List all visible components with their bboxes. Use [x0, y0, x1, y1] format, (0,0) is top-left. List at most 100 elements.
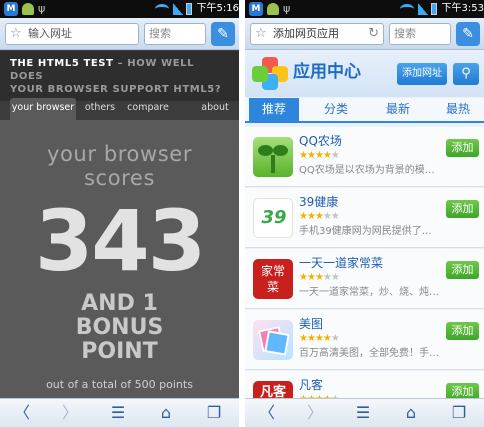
- search-input[interactable]: 搜索: [389, 23, 451, 45]
- list-item[interactable]: 美图 ★★★★★ 百万高清美图，全部免费！手机享... 添加: [245, 310, 484, 370]
- back-arrow-icon[interactable]: 〈: [8, 402, 36, 424]
- bottom-nav-bar: 〈 〉 ☰ ⌂ ❐: [245, 398, 484, 427]
- menu-icon[interactable]: ☰: [349, 402, 377, 424]
- star-icon[interactable]: ☆: [10, 26, 22, 42]
- usb-icon: ψ: [283, 2, 291, 15]
- status-bar: M ψ 下午5:16: [0, 0, 239, 18]
- html5test-header: THE HTML5 TEST – HOW WELL DOES YOUR BROW…: [0, 51, 239, 101]
- add-url-button[interactable]: 添加网址: [397, 63, 447, 85]
- app-center-logo-icon: [252, 57, 288, 91]
- star-filled-icon: ★: [314, 333, 324, 344]
- app-center-tabs: 推荐 分类 最新 最热: [245, 98, 484, 123]
- right-phone-screen: M ψ 下午3:53 ☆ 添加网页应用 ↻ 搜索 ✎ 应用中心 添加网址 ⚲ 推…: [245, 0, 484, 427]
- star-filled-icon: ★: [322, 150, 332, 161]
- header-title: THE HTML5 TEST: [10, 58, 114, 69]
- score-lead: your browser scores: [0, 142, 239, 190]
- header-subtitle: YOUR BROWSER SUPPORT HTML5?: [10, 84, 222, 95]
- android-icon: [22, 3, 34, 15]
- score-lead-line1: your browser: [46, 142, 193, 166]
- windows-icon[interactable]: ❐: [200, 402, 228, 424]
- app-list: QQ农场 ★★★★★ QQ农场是以农场为背景的模拟经营... 添加 39 39健…: [245, 127, 484, 427]
- menu-icon[interactable]: ☰: [104, 402, 132, 424]
- tools-icon[interactable]: ✎: [211, 22, 235, 46]
- star-empty-icon: ★: [322, 211, 332, 222]
- windows-icon[interactable]: ❐: [445, 402, 473, 424]
- wifi-icon: [400, 4, 414, 14]
- tab-recommended[interactable]: 推荐: [249, 98, 299, 121]
- tools-icon[interactable]: ✎: [456, 22, 480, 46]
- status-bar: M ψ 下午3:53: [245, 0, 484, 18]
- star-filled-icon: ★: [314, 211, 324, 222]
- qq-farm-icon: [253, 137, 293, 177]
- status-time: 下午5:16: [196, 3, 239, 14]
- wifi-icon: [155, 4, 169, 14]
- rating-stars: ★★★★★: [299, 150, 340, 162]
- status-time: 下午3:53: [441, 3, 484, 14]
- tab-about[interactable]: about: [196, 98, 234, 120]
- star-filled-icon: ★: [299, 272, 308, 283]
- signal-icon: [173, 3, 183, 15]
- tab-your-browser[interactable]: your browser: [10, 98, 76, 120]
- home-cooking-icon: 家常 菜: [253, 259, 293, 299]
- app-description: 百万高清美图，全部免费！手机享...: [299, 348, 439, 359]
- tab-categories[interactable]: 分类: [311, 98, 361, 121]
- star-empty-icon: ★: [330, 333, 340, 344]
- search-input[interactable]: 搜索: [144, 23, 206, 45]
- score-panel: your browser scores 343 AND 1 BONUS POIN…: [0, 120, 239, 398]
- score-lead-line2: scores: [84, 166, 155, 190]
- tab-others[interactable]: others: [80, 98, 120, 120]
- app-description: QQ农场是以农场为背景的模拟经营...: [299, 165, 439, 176]
- app-name: 凡客: [299, 378, 324, 392]
- url-placeholder: 输入网址: [28, 27, 72, 40]
- reload-icon[interactable]: ↻: [368, 25, 379, 43]
- url-input[interactable]: ☆ 输入网址: [5, 23, 139, 45]
- list-item[interactable]: QQ农场 ★★★★★ QQ农场是以农场为背景的模拟经营... 添加: [245, 127, 484, 187]
- app-center-header: 应用中心 添加网址 ⚲: [245, 51, 484, 97]
- bonus-line3: POINT: [81, 339, 158, 364]
- battery-icon: [186, 3, 192, 15]
- list-item[interactable]: 39 39健康 ★★★★★ 手机39健康网为网民提供了最新的... 添加: [245, 188, 484, 248]
- star-filled-icon: ★: [322, 333, 332, 344]
- forward-arrow-icon[interactable]: 〉: [56, 402, 84, 424]
- back-arrow-icon[interactable]: 〈: [253, 402, 281, 424]
- health-39-icon: 39: [253, 198, 293, 238]
- left-phone-screen: M ψ 下午5:16 ☆ 输入网址 搜索 ✎ THE HTML5 TEST – …: [0, 0, 239, 427]
- url-toolbar: ☆ 输入网址 搜索 ✎: [0, 18, 239, 50]
- rating-stars: ★★★★★: [299, 211, 340, 223]
- forward-arrow-icon[interactable]: 〉: [301, 402, 329, 424]
- meitu-photos-icon: [253, 320, 293, 360]
- tab-hottest[interactable]: 最热: [433, 98, 483, 121]
- app-name: QQ农场: [299, 134, 342, 148]
- star-filled-icon: ★: [314, 272, 324, 283]
- star-filled-icon: ★: [299, 333, 308, 344]
- bonus-line2: BONUS: [75, 315, 164, 340]
- rating-stars: ★★★★★: [299, 333, 340, 345]
- star-empty-icon: ★: [330, 150, 340, 161]
- app-name: 美图: [299, 317, 324, 331]
- tab-compare[interactable]: compare: [124, 98, 172, 120]
- app-name: 39健康: [299, 195, 339, 209]
- search-icon[interactable]: ⚲: [453, 63, 479, 85]
- url-input[interactable]: ☆ 添加网页应用 ↻: [250, 23, 384, 45]
- url-value: 添加网页应用: [273, 27, 339, 40]
- star-empty-icon: ★: [330, 272, 340, 283]
- score-total: out of a total of 500 points: [46, 378, 193, 391]
- add-app-button[interactable]: 添加: [446, 200, 479, 218]
- star-empty-icon: ★: [322, 272, 332, 283]
- app-description: 手机39健康网为网民提供了最新的...: [299, 226, 439, 237]
- add-app-button[interactable]: 添加: [446, 139, 479, 157]
- add-app-button[interactable]: 添加: [446, 261, 479, 279]
- score-value: 343: [34, 192, 206, 290]
- star-filled-icon: ★: [306, 272, 316, 283]
- url-toolbar: ☆ 添加网页应用 ↻ 搜索 ✎: [245, 18, 484, 50]
- app-description: 一天一道家常菜，炒、烧、炖、煮...: [299, 287, 439, 298]
- android-icon: [267, 3, 279, 15]
- add-app-button[interactable]: 添加: [446, 322, 479, 340]
- star-icon[interactable]: ☆: [255, 26, 267, 42]
- list-item[interactable]: 家常 菜 一天一道家常菜 ★★★★★ 一天一道家常菜，炒、烧、炖、煮... 添加: [245, 249, 484, 309]
- star-filled-icon: ★: [299, 150, 308, 161]
- tab-newest[interactable]: 最新: [373, 98, 423, 121]
- home-icon[interactable]: ⌂: [397, 402, 425, 424]
- bottom-nav-bar: 〈 〉 ☰ ⌂ ❐: [0, 398, 239, 427]
- home-icon[interactable]: ⌂: [152, 402, 180, 424]
